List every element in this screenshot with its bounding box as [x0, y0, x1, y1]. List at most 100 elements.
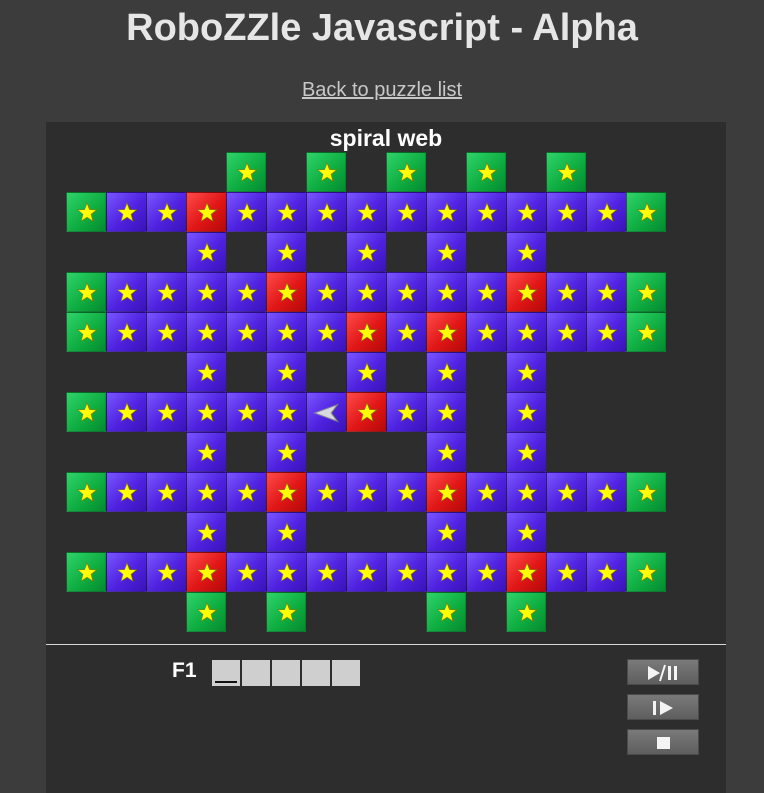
- star-icon: [156, 402, 178, 422]
- board-cell-blue: [506, 232, 546, 272]
- divider: [46, 644, 726, 645]
- function-slot[interactable]: [332, 660, 360, 686]
- star-icon: [276, 522, 298, 542]
- board-cell-red: [346, 312, 386, 352]
- star-icon: [436, 202, 458, 222]
- star-icon: [196, 482, 218, 502]
- star-icon: [556, 482, 578, 502]
- board-cell-blue: [386, 192, 426, 232]
- board-cell-green: [226, 152, 266, 192]
- board-cell-blue: [546, 272, 586, 312]
- board-cell-green: [266, 592, 306, 632]
- star-icon: [116, 202, 138, 222]
- star-icon: [236, 322, 258, 342]
- star-icon: [76, 562, 98, 582]
- board-cell-blue: [106, 552, 146, 592]
- board-cell-blue: [226, 392, 266, 432]
- stop-button[interactable]: [627, 729, 699, 755]
- star-icon: [476, 202, 498, 222]
- board-cell-blue: [266, 352, 306, 392]
- board-cell-blue: [346, 272, 386, 312]
- step-button[interactable]: [627, 694, 699, 720]
- board-cell-blue: [106, 312, 146, 352]
- board-cell-green: [66, 312, 106, 352]
- star-icon: [276, 442, 298, 462]
- slot-cursor: [215, 681, 237, 683]
- star-icon: [516, 362, 538, 382]
- board-cell-blue: [186, 272, 226, 312]
- robot-arrow-icon: [312, 403, 340, 423]
- star-icon: [276, 282, 298, 302]
- star-icon: [236, 202, 258, 222]
- star-icon: [556, 162, 578, 182]
- puzzle-board: [66, 152, 666, 632]
- board-cell-blue: [266, 432, 306, 472]
- star-icon: [396, 482, 418, 502]
- board-cell-blue: [386, 472, 426, 512]
- board-cell-blue: [506, 432, 546, 472]
- play-pause-button[interactable]: [627, 659, 699, 685]
- board-cell-blue: [466, 272, 506, 312]
- step-icon: [653, 701, 673, 715]
- board-cell-red: [186, 552, 226, 592]
- function-slot[interactable]: [242, 660, 270, 686]
- star-icon: [396, 202, 418, 222]
- star-icon: [356, 482, 378, 502]
- board-cell-blue: [426, 512, 466, 552]
- board-cell-red: [186, 192, 226, 232]
- star-icon: [196, 522, 218, 542]
- star-icon: [76, 202, 98, 222]
- star-icon: [396, 402, 418, 422]
- board-cell-blue: [306, 552, 346, 592]
- star-icon: [636, 202, 658, 222]
- function-label: F1: [172, 659, 197, 682]
- star-icon: [276, 322, 298, 342]
- board-cell-blue: [146, 272, 186, 312]
- board-cell-blue: [346, 192, 386, 232]
- function-slot[interactable]: [212, 660, 240, 686]
- function-slot[interactable]: [272, 660, 300, 686]
- board-cell-green: [306, 152, 346, 192]
- star-icon: [276, 562, 298, 582]
- board-cell-red: [506, 272, 546, 312]
- back-to-puzzle-list-link[interactable]: Back to puzzle list: [302, 79, 462, 101]
- star-icon: [516, 482, 538, 502]
- star-icon: [196, 402, 218, 422]
- board-cell-blue: [146, 312, 186, 352]
- board-cell-blue: [426, 272, 466, 312]
- star-icon: [76, 402, 98, 422]
- star-icon: [116, 402, 138, 422]
- board-cell-green: [546, 152, 586, 192]
- function-slot[interactable]: [302, 660, 330, 686]
- board-cell-blue: [506, 192, 546, 232]
- star-icon: [636, 322, 658, 342]
- star-icon: [196, 602, 218, 622]
- star-icon: [196, 322, 218, 342]
- puzzle-title: spiral web: [329, 125, 443, 151]
- star-icon: [436, 482, 458, 502]
- star-icon: [396, 282, 418, 302]
- star-icon: [116, 562, 138, 582]
- star-icon: [356, 322, 378, 342]
- board-cell-blue: [586, 552, 626, 592]
- star-icon: [236, 162, 258, 182]
- board-cell-blue: [426, 232, 466, 272]
- board-cell-blue: [146, 392, 186, 432]
- board-cell-blue: [186, 232, 226, 272]
- star-icon: [516, 282, 538, 302]
- star-icon: [276, 402, 298, 422]
- board-cell-blue: [426, 432, 466, 472]
- board-cell-blue: [586, 192, 626, 232]
- board-cell-red: [346, 392, 386, 432]
- board-cell-blue: [386, 312, 426, 352]
- star-icon: [236, 282, 258, 302]
- star-icon: [276, 602, 298, 622]
- game-panel: spiral web F1: [46, 122, 726, 793]
- board-cell-blue: [426, 192, 466, 232]
- star-icon: [196, 442, 218, 462]
- board-cell-blue: [346, 552, 386, 592]
- star-icon: [476, 482, 498, 502]
- board-cell-blue: [386, 272, 426, 312]
- star-icon: [196, 202, 218, 222]
- board-cell-red: [266, 472, 306, 512]
